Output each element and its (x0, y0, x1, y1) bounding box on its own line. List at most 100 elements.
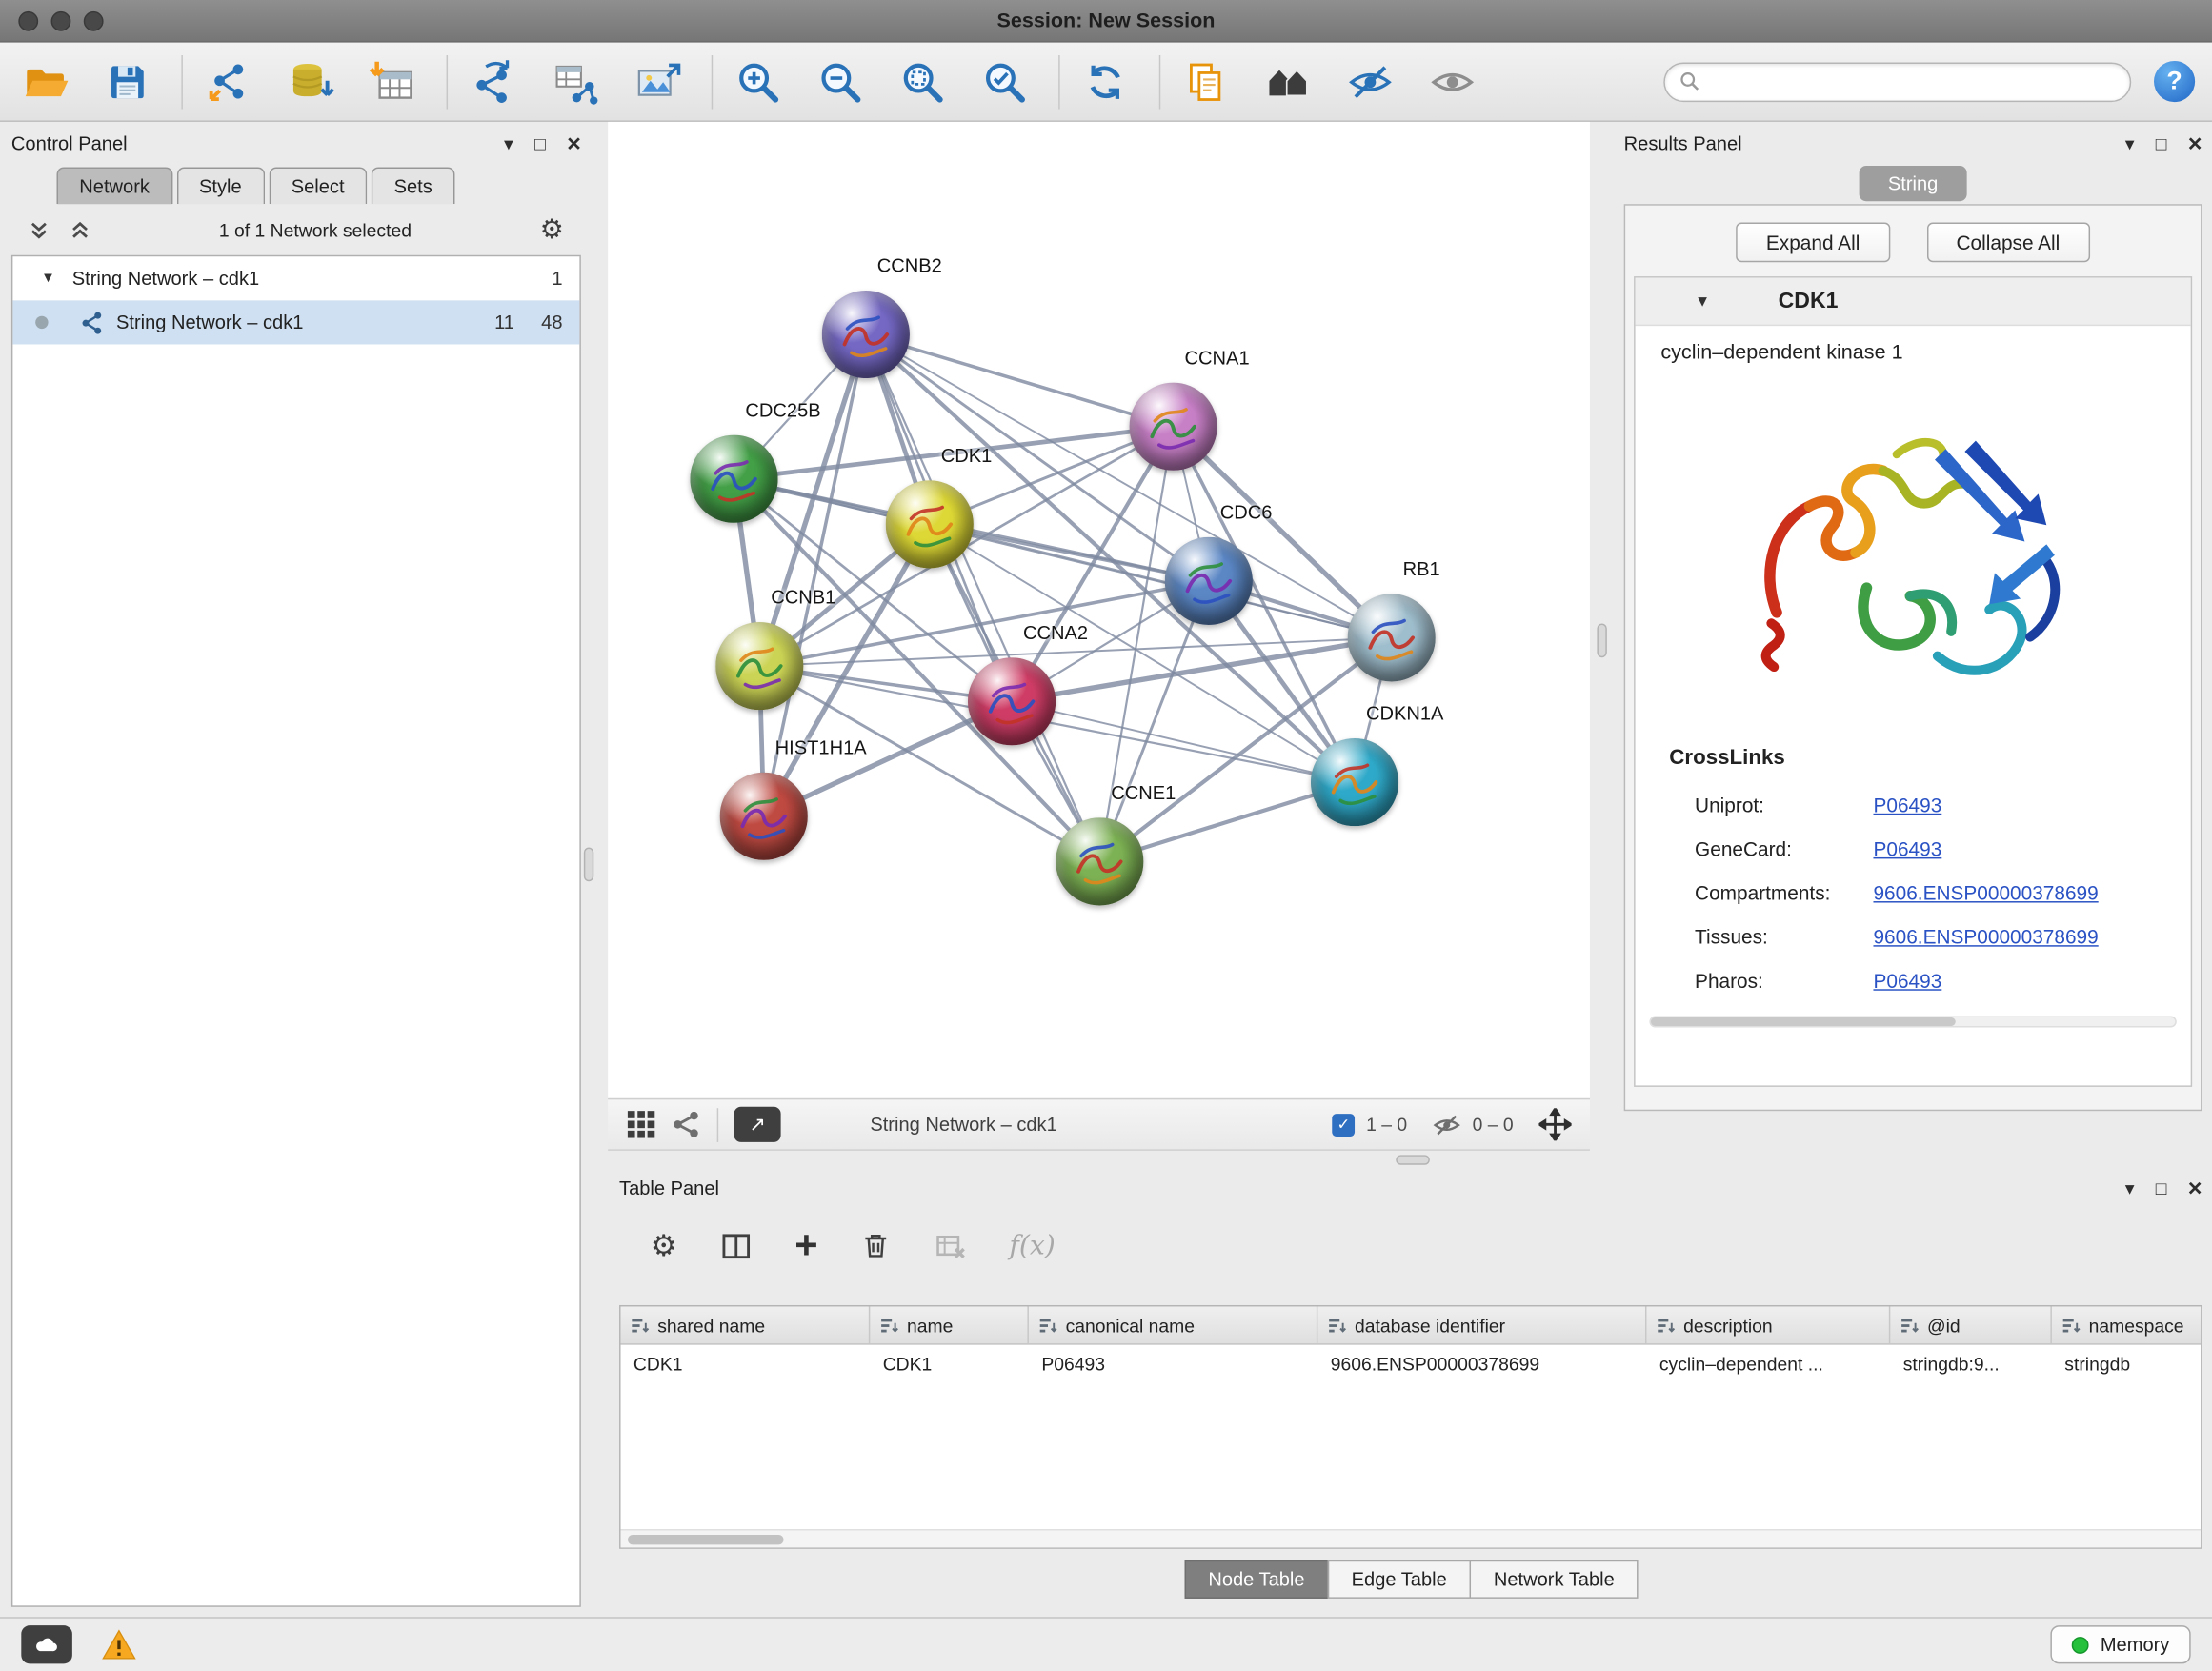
open-session-button[interactable] (17, 53, 74, 111)
network-from-table-button[interactable] (547, 53, 604, 111)
network-node-ccna1[interactable] (1130, 383, 1217, 471)
help-button[interactable]: ? (2154, 61, 2195, 102)
column-header[interactable]: database identifier (1317, 1306, 1646, 1343)
window-title: Session: New Session (997, 10, 1216, 32)
network-node-ccnb1[interactable] (715, 622, 803, 710)
scrollbar-thumb[interactable] (628, 1535, 784, 1544)
tab-network[interactable]: Network (57, 168, 172, 205)
table-horizontal-scrollbar[interactable] (621, 1529, 2202, 1547)
zoom-fit-button[interactable] (895, 53, 952, 111)
float-panel-icon[interactable]: □ (534, 134, 546, 152)
close-panel-icon[interactable]: × (567, 131, 581, 155)
new-network-button[interactable] (465, 53, 521, 111)
crosslink-link[interactable]: 9606.ENSP00000378699 (1873, 925, 2098, 948)
gear-icon[interactable]: ⚙ (540, 216, 564, 243)
results-scrollbar[interactable] (1649, 1017, 2176, 1028)
column-header[interactable]: name (870, 1306, 1029, 1343)
selected-indicator-icon[interactable]: ✓ (1332, 1113, 1355, 1136)
network-overview-button[interactable] (1259, 53, 1317, 111)
close-panel-icon[interactable]: × (2188, 131, 2202, 155)
expand-all-button[interactable]: Expand All (1737, 223, 1890, 263)
network-node-ccnb2[interactable] (822, 291, 910, 378)
vertical-splitter-handle[interactable] (584, 848, 593, 882)
tab-sets[interactable]: Sets (372, 168, 455, 205)
network-node-cdc6[interactable] (1165, 537, 1253, 625)
network-selection-status: 1 of 1 Network selected (111, 219, 520, 240)
close-panel-icon[interactable]: × (2188, 1176, 2202, 1199)
column-header[interactable]: canonical name (1029, 1306, 1317, 1343)
gene-description: cyclin–dependent kinase 1 (1636, 326, 2191, 364)
column-header[interactable]: @id (1890, 1306, 2052, 1343)
memory-button[interactable]: Memory (2051, 1625, 2191, 1663)
cloud-status-button[interactable] (21, 1625, 72, 1663)
float-panel-icon[interactable]: □ (2156, 134, 2167, 152)
network-node-hist1h1a[interactable] (720, 773, 808, 860)
column-header[interactable]: shared name (621, 1306, 871, 1343)
import-table-button[interactable] (364, 53, 421, 111)
minimize-window-button[interactable] (51, 11, 71, 31)
network-list-icon[interactable] (672, 1110, 701, 1139)
warning-icon[interactable] (101, 1626, 138, 1663)
show-all-button[interactable] (1424, 53, 1481, 111)
zoom-out-button[interactable] (812, 53, 869, 111)
hide-selected-button[interactable] (1342, 53, 1399, 111)
collapse-all-icon[interactable] (29, 219, 50, 240)
detach-view-button[interactable]: ↗ (734, 1107, 781, 1142)
zoom-selected-button[interactable] (976, 53, 1034, 111)
protein-ribbon-thumb-icon (1348, 594, 1436, 681)
zoom-in-button[interactable] (730, 53, 787, 111)
tab-network-table[interactable]: Network Table (1470, 1560, 1639, 1599)
column-header[interactable]: description (1646, 1306, 1890, 1343)
maximize-window-button[interactable] (84, 11, 104, 31)
network-row[interactable]: String Network – cdk1 11 48 (12, 300, 579, 344)
network-node-ccne1[interactable] (1056, 817, 1143, 905)
network-canvas[interactable]: CCNB2CCNA1CDC25BCDK1CDC6RB1CCNB1CCNA2CDK… (608, 122, 1590, 1098)
refresh-layout-button[interactable] (1077, 53, 1135, 111)
save-session-button[interactable] (99, 53, 156, 111)
gene-panel-header[interactable]: ▼ CDK1 (1636, 278, 2191, 327)
table-settings-gear-icon[interactable]: ⚙ (651, 1231, 677, 1260)
column-header[interactable]: namespace (2052, 1306, 2202, 1343)
tab-select[interactable]: Select (269, 168, 367, 205)
string-results-box: Expand All Collapse All ▼ CDK1 cyclin–de… (1624, 204, 2202, 1111)
network-collection-row[interactable]: ▼ String Network – cdk1 1 (12, 256, 579, 300)
crosslink-link[interactable]: P06493 (1873, 836, 1941, 859)
collapse-panel-icon[interactable]: ▾ (2125, 134, 2135, 152)
search-box[interactable] (1663, 62, 2131, 102)
network-node-cdkn1a[interactable] (1311, 738, 1398, 826)
network-node-cdk1[interactable] (886, 480, 974, 568)
table-row[interactable]: CDK1CDK1P064939606.ENSP00000378699cyclin… (621, 1345, 2202, 1382)
collapse-panel-icon[interactable]: ▾ (504, 134, 513, 152)
clone-network-button[interactable] (1177, 53, 1235, 111)
add-column-icon[interactable]: + (794, 1226, 817, 1266)
export-image-button[interactable] (629, 53, 686, 111)
tab-style[interactable]: Style (176, 168, 264, 205)
close-window-button[interactable] (18, 11, 38, 31)
delete-column-trash-icon[interactable] (860, 1230, 892, 1261)
crosslink-link[interactable]: P06493 (1873, 969, 1941, 992)
horizontal-splitter-handle[interactable] (1396, 1155, 1430, 1164)
crosslink-link[interactable]: P06493 (1873, 793, 1941, 815)
tab-string[interactable]: String (1860, 166, 1966, 201)
tab-edge-table[interactable]: Edge Table (1327, 1560, 1471, 1599)
network-node-rb1[interactable] (1348, 594, 1436, 681)
network-node-cdc25b[interactable] (690, 435, 777, 523)
collapse-panel-icon[interactable]: ▾ (2125, 1178, 2135, 1197)
grid-view-icon[interactable] (626, 1110, 655, 1139)
crosslink-link[interactable]: 9606.ENSP00000378699 (1873, 880, 2098, 903)
tree-expand-caret-icon[interactable]: ▼ (41, 271, 55, 286)
show-columns-icon[interactable] (719, 1229, 752, 1261)
network-view[interactable]: CCNB2CCNA1CDC25BCDK1CDC6RB1CCNB1CCNA2CDK… (608, 122, 1590, 1098)
fit-crosshair-icon[interactable] (1538, 1108, 1571, 1140)
import-network-file-button[interactable] (200, 53, 257, 111)
float-panel-icon[interactable]: □ (2156, 1178, 2167, 1197)
table-body: CDK1CDK1P064939606.ENSP00000378699cyclin… (621, 1345, 2202, 1529)
import-network-database-button[interactable] (282, 53, 339, 111)
expand-all-icon[interactable] (70, 219, 90, 240)
vertical-splitter-handle[interactable] (1597, 624, 1606, 658)
network-node-ccna2[interactable] (968, 657, 1056, 745)
collapse-gene-caret-icon[interactable]: ▼ (1695, 292, 1710, 310)
tab-node-table[interactable]: Node Table (1184, 1560, 1329, 1599)
search-input[interactable] (1710, 70, 2115, 91)
collapse-all-button[interactable]: Collapse All (1926, 223, 2089, 263)
